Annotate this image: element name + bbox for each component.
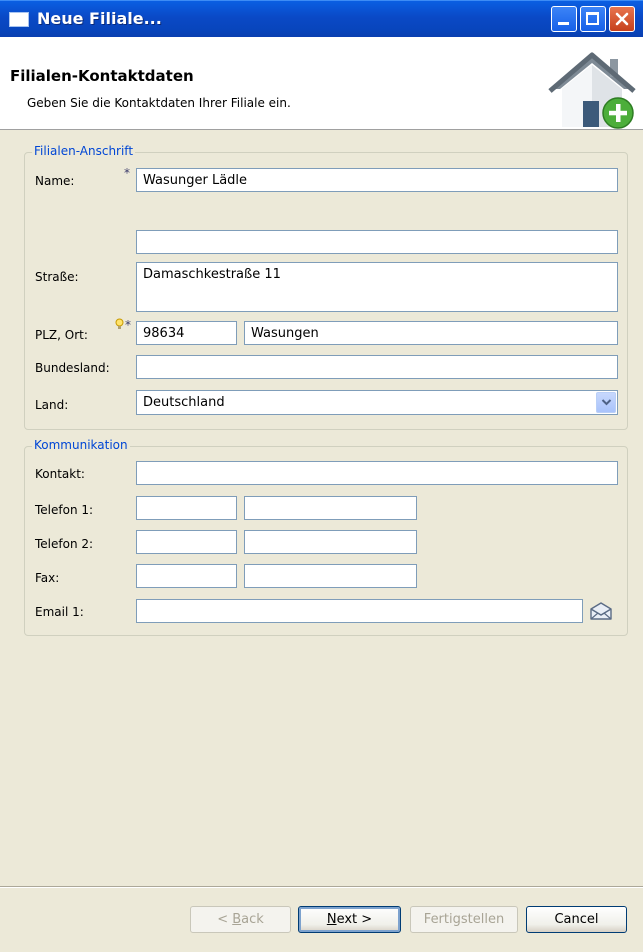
- required-marker: *: [125, 318, 131, 332]
- name-field[interactable]: Wasunger Lädle: [136, 168, 618, 192]
- country-select[interactable]: Deutschland: [136, 390, 618, 415]
- state-label: Bundesland:: [35, 361, 110, 375]
- back-button[interactable]: < Back: [190, 906, 291, 933]
- window-title: Neue Filiale...: [37, 9, 162, 28]
- address-group-legend: Filialen-Anschrift: [32, 144, 136, 158]
- chevron-down-icon: [601, 399, 612, 406]
- close-button[interactable]: [609, 6, 635, 32]
- page-description: Geben Sie die Kontaktdaten Ihrer Filiale…: [27, 96, 291, 110]
- street-label: Straße:: [35, 270, 79, 284]
- phone2-number-field[interactable]: [244, 530, 417, 554]
- minimize-button[interactable]: [551, 6, 577, 32]
- phone1-number-field[interactable]: [244, 496, 417, 520]
- name2-field[interactable]: [136, 230, 618, 254]
- required-marker: *: [124, 166, 130, 180]
- fax-prefix-field[interactable]: [136, 564, 237, 588]
- phone2-label: Telefon 2:: [35, 537, 94, 551]
- street-field[interactable]: Damaschkestraße 11: [136, 262, 618, 312]
- name-label: Name:: [35, 174, 75, 188]
- country-label: Land:: [35, 398, 69, 412]
- cancel-button[interactable]: Cancel: [526, 906, 627, 933]
- next-button[interactable]: Next >: [298, 906, 401, 933]
- phone2-prefix-field[interactable]: [136, 530, 237, 554]
- contact-label: Kontakt:: [35, 467, 85, 481]
- phone1-prefix-field[interactable]: [136, 496, 237, 520]
- lightbulb-icon: [115, 318, 124, 329]
- close-icon: [615, 12, 629, 26]
- window-icon: [9, 12, 29, 27]
- minimize-icon: [558, 22, 569, 25]
- page-title: Filialen-Kontaktdaten: [10, 67, 194, 85]
- email-field[interactable]: [136, 599, 583, 623]
- country-select-value: Deutschland: [143, 395, 225, 410]
- city-field[interactable]: Wasungen: [244, 321, 618, 345]
- fax-label: Fax:: [35, 571, 60, 585]
- envelope-icon[interactable]: [589, 601, 613, 621]
- state-field[interactable]: [136, 355, 618, 379]
- finish-button[interactable]: Fertigstellen: [410, 906, 518, 933]
- wizard-banner: Filialen-Kontaktdaten Geben Sie die Kont…: [0, 37, 643, 130]
- plz-city-label: PLZ, Ort:: [35, 328, 88, 342]
- fax-number-field[interactable]: [244, 564, 417, 588]
- maximize-button[interactable]: [580, 6, 606, 32]
- house-add-icon: [548, 52, 636, 129]
- country-dropdown-button[interactable]: [596, 392, 616, 413]
- plz-field[interactable]: 98634: [136, 321, 237, 345]
- communication-group-legend: Kommunikation: [32, 438, 130, 452]
- contact-field[interactable]: [136, 461, 618, 485]
- wizard-window: Neue Filiale... Filialen-Kontaktdaten Ge…: [0, 0, 643, 952]
- phone1-label: Telefon 1:: [35, 503, 94, 517]
- title-bar[interactable]: Neue Filiale...: [0, 0, 643, 37]
- maximize-icon: [586, 12, 599, 25]
- email-label: Email 1:: [35, 605, 84, 619]
- footer-separator: [0, 886, 643, 888]
